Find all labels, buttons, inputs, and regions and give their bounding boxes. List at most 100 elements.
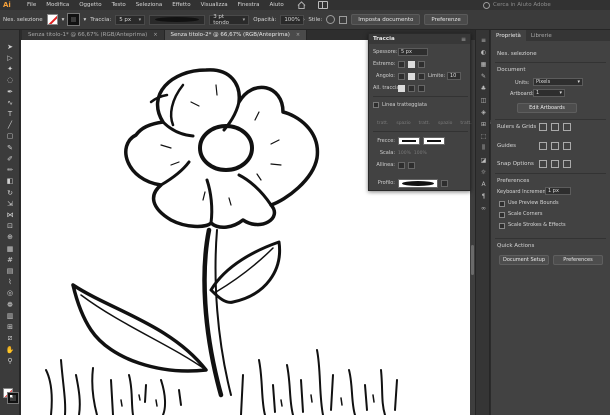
rectangle-icon[interactable]: ▢ [5, 131, 15, 141]
help-search[interactable]: Cerca in Aiuto Adobe [483, 1, 603, 9]
shape-builder-icon[interactable]: ⊕ [5, 232, 15, 242]
width-icon[interactable]: ⋈ [5, 210, 15, 220]
layers-icon[interactable]: ◈ [479, 108, 488, 116]
symbols-icon[interactable]: ♣ [479, 84, 488, 92]
artboards-icon[interactable]: ⊞ [479, 120, 488, 128]
variable-width-profile[interactable] [149, 14, 206, 25]
align-icon[interactable] [339, 15, 348, 24]
scrollbar-thumb[interactable] [471, 245, 474, 275]
chevron-down-icon[interactable]: ▾ [83, 17, 86, 23]
snap-to-grid-icon[interactable] [563, 160, 571, 168]
pathfinder-icon[interactable]: ◪ [479, 156, 488, 164]
align-center-icon[interactable] [398, 84, 405, 92]
arrow-end-icon[interactable] [408, 161, 415, 169]
arrowhead-start-dropdown[interactable] [398, 137, 420, 145]
artboard-icon[interactable]: ⊞ [5, 322, 15, 332]
rulers-icon[interactable] [539, 123, 547, 131]
stroke-weight-dropdown[interactable]: 5 px ▾ [115, 14, 146, 25]
dash-field-1[interactable]: tratt. [377, 121, 388, 126]
width-profile-dropdown[interactable] [398, 178, 438, 188]
dashed-line-checkbox[interactable] [373, 102, 379, 108]
free-transform-icon[interactable]: ⊡ [5, 221, 15, 231]
type-icon[interactable]: T [5, 109, 15, 119]
magic-wand-icon[interactable]: ✦ [5, 64, 15, 74]
artboard-dropdown[interactable]: 1 ▾ [533, 89, 565, 97]
brushes-icon[interactable]: ✎ [479, 72, 488, 80]
menu-testo[interactable]: Testo [107, 2, 131, 8]
units-dropdown[interactable]: Pixels ▾ [533, 78, 583, 86]
preferences-button[interactable]: Preferenze [424, 14, 468, 25]
smart-guides-icon[interactable] [563, 142, 571, 150]
zoom-icon[interactable]: ⚲ [5, 356, 15, 366]
grid-icon[interactable] [551, 123, 559, 131]
document-setup-button[interactable]: Imposta documento [351, 14, 421, 25]
opacity-field[interactable]: 100% › [280, 14, 305, 25]
symbol-sprayer-icon[interactable]: ❁ [5, 300, 15, 310]
stroke-panel-title[interactable]: Traccia [373, 36, 395, 42]
snap-to-point-icon[interactable] [539, 160, 547, 168]
paragraph-icon[interactable]: ¶ [479, 192, 488, 200]
round-cap-icon[interactable] [408, 60, 415, 68]
edit-artboards-button[interactable]: Edit Artboards [517, 103, 577, 113]
home-icon[interactable] [297, 1, 306, 9]
weight-field[interactable]: 5 px [398, 48, 428, 56]
menu-aiuto[interactable]: Aiuto [264, 2, 288, 8]
fill-stroke-swatches[interactable] [3, 388, 19, 404]
scale-icon[interactable]: ⇲ [5, 199, 15, 209]
paintbrush-icon[interactable]: ✎ [5, 143, 15, 153]
document-setup-button[interactable]: Document Setup [499, 255, 549, 265]
eyedropper-icon[interactable]: ⌇ [5, 277, 15, 287]
dash-field-2[interactable]: tratt. [419, 121, 430, 126]
style-swatch-icon[interactable] [326, 15, 336, 24]
align-inside-icon[interactable] [408, 84, 415, 92]
scale-strokes-checkbox[interactable] [499, 223, 505, 229]
lock-guides-icon[interactable] [551, 142, 559, 150]
dash-field-3[interactable]: tratt. [460, 121, 471, 126]
align-outside-icon[interactable] [418, 84, 425, 92]
curvature-icon[interactable]: ∿ [5, 98, 15, 108]
align-panel-icon[interactable]: ⫼ [479, 144, 488, 152]
scale-start-field[interactable]: 100% [398, 151, 411, 156]
opacity-label[interactable]: Opacità: [253, 17, 276, 23]
bevel-join-icon[interactable] [418, 72, 425, 80]
menu-oggetto[interactable]: Oggetto [74, 2, 106, 8]
slice-icon[interactable]: ⧄ [5, 333, 15, 343]
scale-corners-checkbox[interactable] [499, 212, 505, 218]
menu-seleziona[interactable]: Seleziona [131, 2, 167, 8]
stroke-black-swatch[interactable] [7, 392, 19, 404]
rotate-icon[interactable]: ↻ [5, 188, 15, 198]
swatches-icon[interactable]: ▦ [479, 60, 488, 68]
line-icon[interactable]: ╱ [5, 120, 15, 130]
stroke-swatch[interactable] [67, 13, 81, 26]
menu-modifica[interactable]: Modifica [41, 2, 74, 8]
menu-finestra[interactable]: Finestra [233, 2, 265, 8]
stroke-label[interactable]: Traccia: [90, 17, 111, 23]
fill-swatch[interactable] [46, 14, 58, 25]
links-icon[interactable]: ∞ [479, 204, 488, 212]
brush-dropdown[interactable]: 3 pt tondo ▾ [209, 14, 250, 26]
gap-field-2[interactable]: spazio [438, 121, 452, 126]
color-panel-icon[interactable]: ◐ [479, 48, 488, 56]
stroke-panel-icon[interactable]: ≡ [479, 36, 488, 44]
tab-properties[interactable]: Proprietà [491, 30, 526, 41]
round-join-icon[interactable] [408, 72, 415, 80]
keyboard-increment-field[interactable]: 1 px [545, 187, 571, 195]
menu-visualizza[interactable]: Visualizza [196, 2, 233, 8]
mesh-icon[interactable]: # [5, 255, 15, 265]
selection-arrow-icon[interactable]: ➤ [5, 42, 15, 52]
gap-field-1[interactable]: spazio [396, 121, 410, 126]
character-icon[interactable]: A [479, 180, 488, 188]
blend-icon[interactable]: ◎ [5, 288, 15, 298]
transparency-grid-icon[interactable] [563, 123, 571, 131]
eraser-icon[interactable]: ◧ [5, 176, 15, 186]
graphic-styles-icon[interactable]: ◫ [479, 96, 488, 104]
flip-horizontal-icon[interactable] [441, 179, 448, 187]
tab-libraries[interactable]: Librerie [526, 30, 557, 41]
chevron-down-icon[interactable]: ▾ [62, 17, 65, 23]
stroke-panel-header[interactable]: Traccia ≡ [369, 34, 470, 44]
perspective-icon[interactable]: ▦ [5, 244, 15, 254]
projecting-cap-icon[interactable] [418, 60, 425, 68]
lasso-icon[interactable]: ◌ [5, 75, 15, 85]
preferences-button[interactable]: Preferences [553, 255, 603, 265]
tab-document-1[interactable]: Senza titolo-1* @ 66,67% (RGB/Anteprima)… [22, 30, 165, 40]
